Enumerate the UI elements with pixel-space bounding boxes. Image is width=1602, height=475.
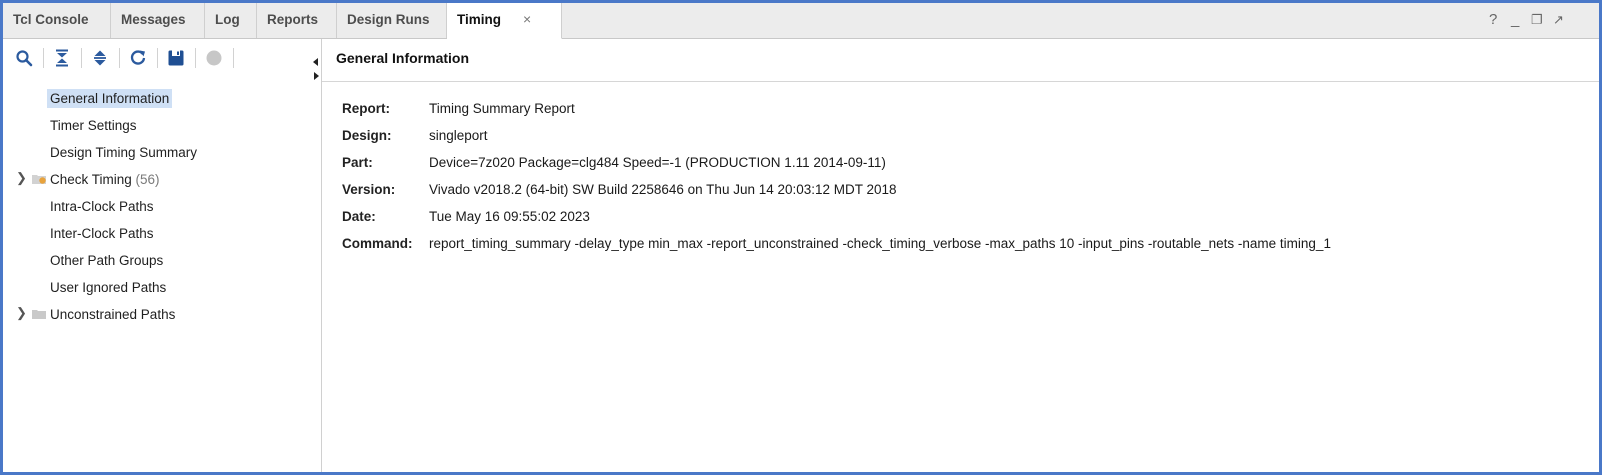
chevron-right-icon[interactable]: ❯ bbox=[16, 170, 27, 186]
toolbar-divider bbox=[81, 48, 82, 68]
info-value: Vivado v2018.2 (64-bit) SW Build 2258646… bbox=[429, 182, 897, 197]
tree-item-label: Timer Settings bbox=[50, 118, 137, 133]
tree-item-inter-clock-paths[interactable]: Inter-Clock Paths bbox=[50, 222, 154, 245]
report-tree-panel: General Information Timer Settings Desig… bbox=[3, 39, 322, 472]
tab-tcl-console[interactable]: Tcl Console bbox=[3, 3, 111, 38]
issue-count: (56) bbox=[135, 172, 160, 187]
info-key: Report: bbox=[342, 101, 390, 116]
tab-log[interactable]: Log bbox=[205, 3, 257, 38]
tree-item-label: Other Path Groups bbox=[50, 253, 164, 268]
save-icon[interactable] bbox=[164, 46, 188, 70]
toolbar-divider bbox=[233, 48, 234, 68]
tree-item-label: General Information bbox=[47, 89, 173, 108]
tab-label: Tcl Console bbox=[13, 12, 89, 27]
tree-item-user-ignored-paths[interactable]: User Ignored Paths bbox=[50, 276, 166, 299]
search-icon[interactable] bbox=[12, 46, 36, 70]
tree-item-label: Intra-Clock Paths bbox=[50, 199, 154, 214]
tab-label: Timing bbox=[457, 12, 502, 27]
info-key: Part: bbox=[342, 155, 373, 170]
tree-item-label: Design Timing Summary bbox=[50, 145, 198, 160]
info-key: Version: bbox=[342, 182, 396, 197]
tree-item-label: Check Timing bbox=[50, 172, 132, 187]
stop-icon bbox=[202, 46, 226, 70]
folder-icon bbox=[32, 310, 46, 319]
info-value: Timing Summary Report bbox=[429, 101, 575, 116]
tab-design-runs[interactable]: Design Runs bbox=[337, 3, 447, 38]
close-icon[interactable]: × bbox=[523, 11, 531, 27]
tab-label: Design Runs bbox=[347, 12, 430, 27]
info-value: singleport bbox=[429, 128, 488, 143]
toolbar-divider bbox=[119, 48, 120, 68]
panel-header: General Information bbox=[322, 39, 1599, 82]
info-key: Design: bbox=[342, 128, 392, 143]
help-icon[interactable]: ? bbox=[1489, 3, 1497, 38]
tree-item-general-information[interactable]: General Information bbox=[47, 87, 173, 110]
collapse-left-arrow-icon[interactable] bbox=[313, 58, 318, 66]
tree-item-unconstrained-paths[interactable]: Unconstrained Paths bbox=[50, 303, 175, 326]
tab-bar: Tcl Console Messages Log Reports Design … bbox=[3, 3, 1599, 39]
tree-item-label: User Ignored Paths bbox=[50, 280, 167, 295]
toolbar-divider bbox=[195, 48, 196, 68]
tree-item-check-timing[interactable]: Check Timing (56) bbox=[50, 168, 160, 191]
panel-title: General Information bbox=[336, 50, 470, 66]
tab-messages[interactable]: Messages bbox=[111, 3, 205, 38]
folder-warning-icon bbox=[32, 175, 46, 184]
tree-toolbar bbox=[3, 39, 321, 83]
tree-item-label: Unconstrained Paths bbox=[50, 307, 176, 322]
tab-label: Reports bbox=[267, 12, 319, 27]
expand-right-arrow-icon[interactable] bbox=[314, 72, 319, 80]
info-value: Device=7z020 Package=clg484 Speed=-1 (PR… bbox=[429, 155, 886, 170]
expand-all-icon[interactable] bbox=[88, 46, 112, 70]
info-key: Command: bbox=[342, 236, 413, 251]
tree-item-design-timing-summary[interactable]: Design Timing Summary bbox=[50, 141, 197, 164]
tab-label: Log bbox=[215, 12, 240, 27]
tab-reports[interactable]: Reports bbox=[257, 3, 337, 38]
float-icon[interactable]: ↗ bbox=[1553, 3, 1564, 38]
report-detail-panel: General Information Report: Timing Summa… bbox=[322, 39, 1599, 472]
tab-timing[interactable]: Timing × bbox=[447, 3, 562, 39]
tree-item-label: Inter-Clock Paths bbox=[50, 226, 154, 241]
chevron-right-icon[interactable]: ❯ bbox=[16, 305, 27, 321]
minimize-icon[interactable]: _ bbox=[1511, 3, 1519, 38]
tree-item-other-path-groups[interactable]: Other Path Groups bbox=[50, 249, 163, 272]
restore-icon[interactable]: ❐ bbox=[1531, 3, 1543, 38]
info-value: report_timing_summary -delay_type min_ma… bbox=[429, 236, 1331, 251]
collapse-all-icon[interactable] bbox=[50, 46, 74, 70]
tree-item-timer-settings[interactable]: Timer Settings bbox=[50, 114, 137, 137]
info-value: Tue May 16 09:55:02 2023 bbox=[429, 209, 590, 224]
tree-item-intra-clock-paths[interactable]: Intra-Clock Paths bbox=[50, 195, 154, 218]
info-key: Date: bbox=[342, 209, 376, 224]
refresh-icon[interactable] bbox=[126, 46, 150, 70]
tab-label: Messages bbox=[121, 12, 186, 27]
toolbar-divider bbox=[157, 48, 158, 68]
toolbar-divider bbox=[43, 48, 44, 68]
timing-window: Tcl Console Messages Log Reports Design … bbox=[0, 0, 1602, 475]
